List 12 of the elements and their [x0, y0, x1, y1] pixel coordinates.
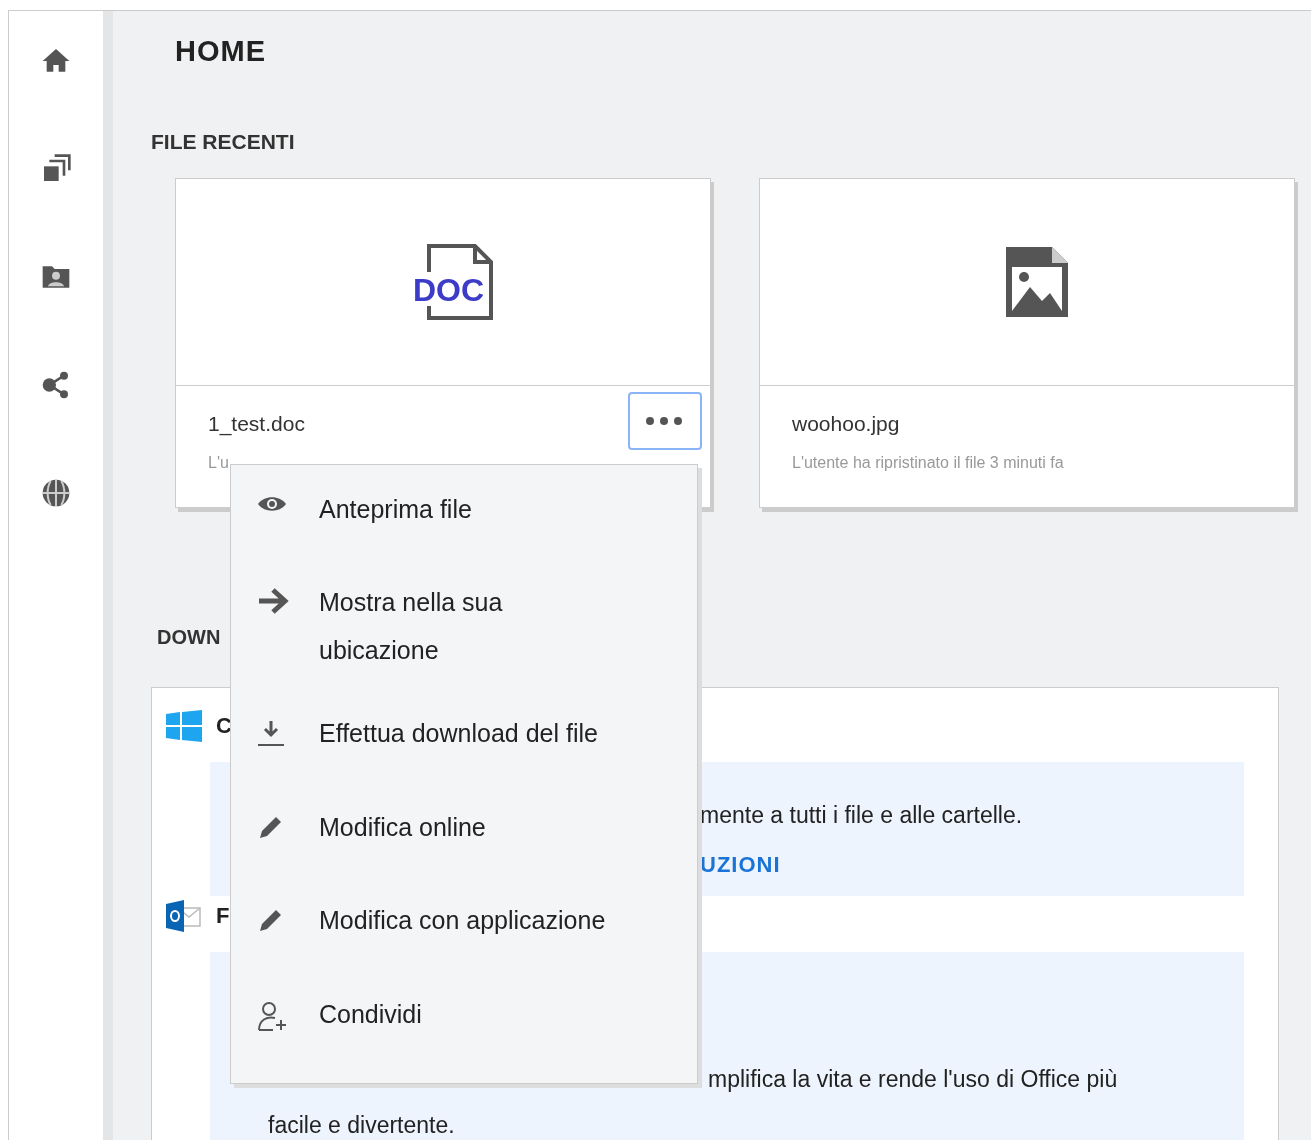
download-title: F — [216, 903, 230, 929]
file-activity: L'utente ha ripristinato il file 3 minuti fa — [792, 454, 1065, 472]
file-name: woohoo.jpg — [792, 411, 900, 436]
section-title: DOWN — [157, 626, 222, 649]
description-text: mplifica la vita e rende l'uso di Office più — [708, 1065, 1118, 1094]
description-text: facile e divertente. — [268, 1111, 455, 1140]
page-title: HOME — [175, 35, 267, 68]
description-text: mente a tutti i file e alle cartelle. — [700, 801, 1023, 830]
download-title: C — [216, 713, 232, 739]
file-activity: L'u — [208, 454, 230, 472]
file-name: 1_test.doc — [208, 411, 305, 436]
section-title: FILE RECENTI — [151, 130, 296, 154]
